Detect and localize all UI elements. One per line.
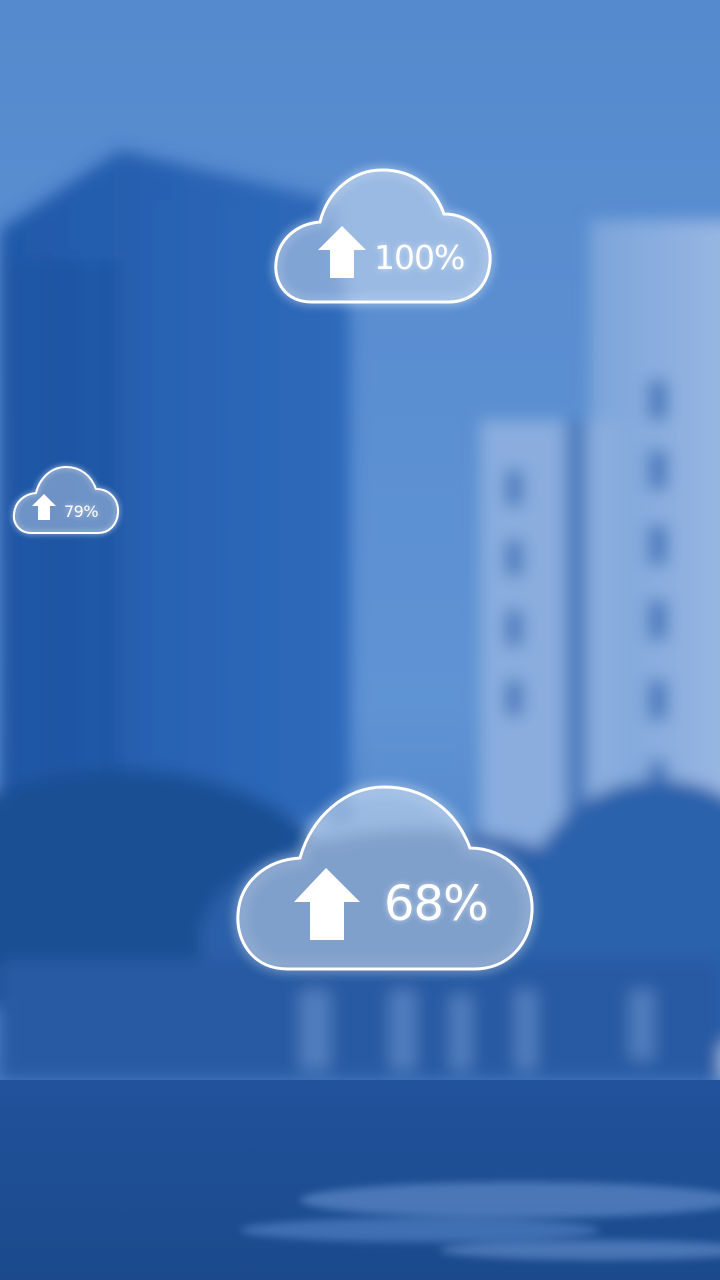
upload-progress-label: 68% [384, 876, 489, 932]
cloud-outline [274, 168, 492, 304]
upload-progress-label: 79% [64, 502, 99, 521]
upload-cloud-left: 79% [12, 465, 120, 536]
upload-cloud-top: 100% [272, 168, 494, 306]
cloud-outline [12, 465, 120, 534]
upload-cloud-bottom: 68% [234, 784, 536, 974]
upload-progress-label: 100% [374, 238, 465, 277]
